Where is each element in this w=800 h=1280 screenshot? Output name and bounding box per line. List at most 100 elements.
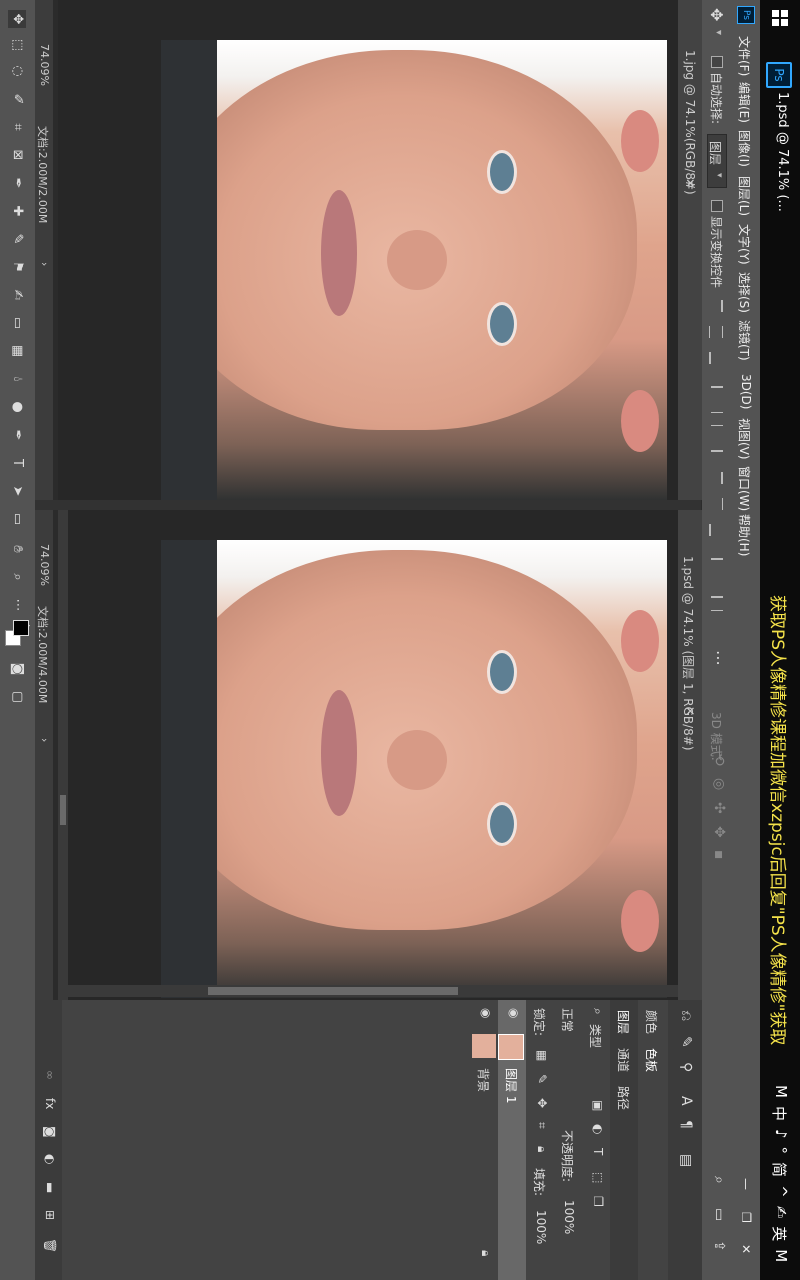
tray-chevron-icon[interactable]: ^ [768,1185,790,1198]
doc2-close-icon[interactable]: ✕ [683,706,697,716]
brush-tool-icon[interactable]: ✎ [8,230,26,248]
menu-image[interactable]: 图像(I) [736,130,753,167]
align-left-icon[interactable] [711,386,723,400]
tray-pen-icon[interactable]: ✍ [768,1206,790,1219]
history-brush-tool-icon[interactable]: ✍ [8,286,26,304]
share-icon[interactable]: ⇪ [711,1240,727,1252]
menu-file[interactable]: 文件(F) [736,36,753,76]
3d-scale-icon[interactable]: ▪ [711,850,727,860]
crop-tool-icon[interactable]: ⌗ [8,118,26,136]
properties-icon[interactable]: ▤ [678,1154,694,1167]
doc2-zoom[interactable]: 74.09% [38,544,51,586]
vertical-scrollbar[interactable] [58,985,678,997]
distribute-bottom-icon[interactable] [709,524,723,536]
lock-move-icon[interactable]: ✥ [535,1098,549,1108]
filter-type-dropdown[interactable]: 类型 [587,1024,604,1048]
lock-all-icon[interactable]: 🔒︎ [534,1146,549,1152]
tray-m-icon[interactable]: M [768,1249,790,1262]
menu-help[interactable]: 帮助(H) [736,514,753,556]
screen-mode-icon[interactable]: ▢ [8,688,26,706]
auto-select-target-dropdown[interactable]: 图层 ▾ [707,134,727,188]
menu-type[interactable]: 文字(Y) [736,224,753,265]
menu-view[interactable]: 视图(V) [736,418,753,460]
tool-preset-dropdown-icon[interactable]: ▾ [713,30,724,35]
dodge-tool-icon[interactable]: ● [8,398,26,416]
align-right-icon[interactable] [711,438,723,452]
zoom-tool-icon[interactable]: ⌕ [8,568,26,586]
align-hcenter-icon[interactable] [711,412,723,426]
layer-row[interactable]: ◉ 图层 1 [498,1000,526,1280]
horizontal-scrollbar-thumb[interactable] [60,795,66,825]
more-options-icon[interactable]: ⋯ [709,650,728,666]
move-tool-icon[interactable]: ✥ [707,8,726,21]
marquee-tool-icon[interactable]: ⬚ [8,36,26,54]
hand-tool-icon[interactable]: ✋︎ [8,540,26,558]
menu-filter[interactable]: 滤镜(T) [736,320,753,361]
tab-paths[interactable]: 路径 [615,1086,632,1110]
distribute-hcenter-icon[interactable] [711,610,723,623]
stamp-tool-icon[interactable]: ⚑ [8,258,26,276]
layer-name[interactable]: 图层 1 [503,1068,520,1103]
doc2-tab[interactable]: 1.psd @ 74.1% (图层 1, RGB/8#) ✕ [678,510,702,1000]
menu-edit[interactable]: 编辑(E) [736,82,753,123]
tray-moon-icon[interactable]: ♪ [768,1129,790,1139]
tab-color[interactable]: 颜色 [643,1010,660,1034]
menu-3d[interactable]: 3D(D) [739,374,753,409]
fx-icon[interactable]: fx [43,1098,57,1109]
filter-text-icon[interactable]: T [591,1148,605,1155]
tab-channels[interactable]: 通道 [615,1048,632,1072]
filter-smart-icon[interactable]: ❐ [591,1196,605,1207]
eraser-tool-icon[interactable]: ▭ [8,314,26,332]
filter-shape-icon[interactable]: ⬚ [591,1172,605,1183]
foreground-color-swatch[interactable] [13,620,29,636]
distribute-vcenter-icon[interactable] [710,498,723,510]
doc1-tab[interactable]: 1.jpg @ 74.1%(RGB/8#) ✕ [678,0,702,500]
shape-tool-icon[interactable]: ▭ [8,510,26,528]
distribute-left-icon[interactable] [711,558,723,572]
horizontal-scrollbar[interactable] [58,510,68,1000]
tray-en-icon[interactable]: 英 [768,1226,790,1241]
tray-ime-icon[interactable]: M [768,1085,790,1098]
history-icon[interactable]: ⎌ [678,1010,694,1021]
distribute-top-icon[interactable] [709,472,723,484]
more-tools-icon[interactable]: ⋯ [8,596,26,614]
trash-icon[interactable]: 🗑︎ [43,1238,57,1253]
menu-select[interactable]: 选择(S) [736,272,753,313]
blur-tool-icon[interactable]: 💧︎ [8,370,26,388]
gradient-tool-icon[interactable]: ▦ [8,342,26,360]
taskbar-app-photoshop[interactable]: Ps 1.psd @ 74.1% (... [765,62,795,212]
distribute-right-icon[interactable] [711,584,723,598]
opacity-input[interactable]: 100% [562,1200,576,1234]
eyedropper-tool-icon[interactable]: ✒ [8,174,26,192]
close-button[interactable]: ✕ [739,1244,753,1254]
quick-mask-icon[interactable]: ◙ [8,660,26,678]
tab-layers[interactable]: 图层 [615,1010,632,1034]
ps-menu-icon[interactable]: Ps [737,6,755,24]
tray-simplified-icon[interactable]: 简 [768,1162,790,1177]
lock-artboard-icon[interactable]: ⌗ [534,1122,549,1129]
3d-roll-icon[interactable]: ◎ [711,778,727,790]
auto-select-checkbox[interactable] [711,56,723,68]
tray-lang-icon[interactable]: 中 [768,1106,790,1121]
path-select-tool-icon[interactable]: ➤ [8,482,26,500]
tray-dot-icon[interactable]: ° [768,1147,790,1155]
vertical-scrollbar-thumb[interactable] [208,987,458,995]
layer-name[interactable]: 背景 [475,1068,492,1092]
healing-tool-icon[interactable]: ✚ [8,202,26,220]
align-vcenter-icon[interactable] [709,326,723,338]
menu-window[interactable]: 窗口(W) [736,466,753,511]
new-layer-icon[interactable]: ⊞ [43,1210,57,1220]
quick-select-tool-icon[interactable]: ✐ [8,90,26,108]
tab-swatches[interactable]: 色板 [643,1048,660,1072]
workspace-icon[interactable]: ▭ [711,1208,727,1221]
search-icon[interactable]: ⌕ [711,1176,727,1184]
lock-pixels-icon[interactable]: ▦ [535,1050,549,1061]
adjustment-layer-icon[interactable]: ◐ [43,1154,57,1164]
doc1-close-icon[interactable]: ✕ [683,178,697,188]
brush-settings-icon[interactable]: ✎ [678,1036,694,1048]
link-icon[interactable]: ∞ [43,1070,57,1080]
type-tool-icon[interactable]: T [8,454,26,472]
adjust-icon[interactable]: ⚲ [678,1062,694,1072]
paragraph-icon[interactable]: ¶ [678,1120,694,1129]
doc2-canvas-area[interactable] [58,510,678,1000]
